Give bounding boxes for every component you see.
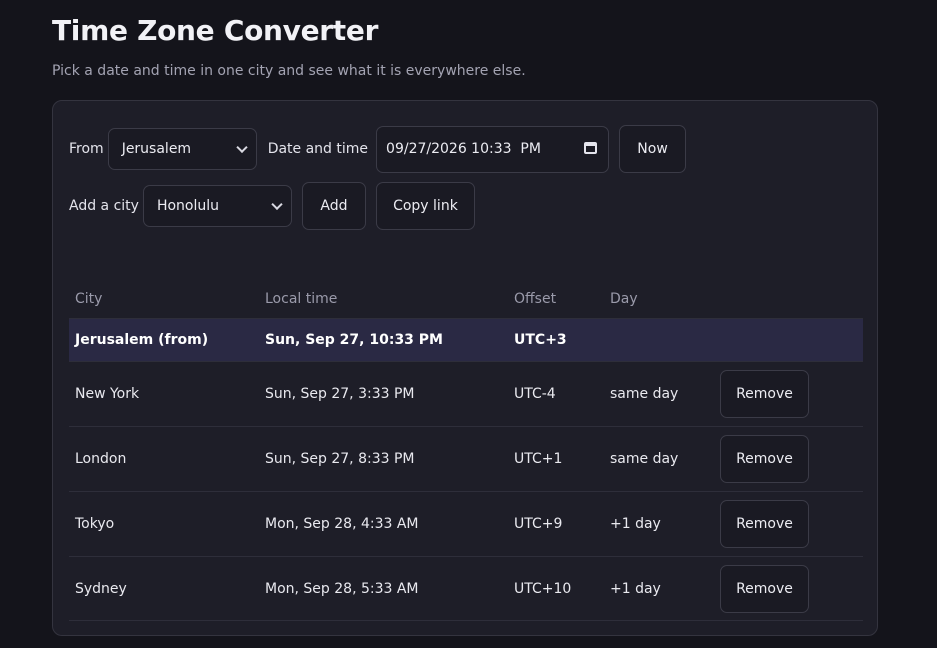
table-row: Sydney Mon, Sep 28, 5:33 AM UTC+10 +1 da…	[69, 557, 863, 621]
row-offset: UTC+3	[514, 332, 567, 348]
table-row: New York Sun, Sep 27, 3:33 PM UTC-4 same…	[69, 362, 863, 427]
row-day: +1 day	[610, 516, 661, 532]
row-local-time: Mon, Sep 28, 4:33 AM	[265, 516, 419, 532]
from-controls-row: From Jerusalem Date and time 09/27/2026 …	[69, 125, 687, 173]
add-city-value: Honolulu	[156, 198, 220, 214]
column-header-offset: Offset	[514, 290, 557, 307]
converter-card: From Jerusalem Date and time 09/27/2026 …	[52, 100, 878, 636]
from-city-row: Jerusalem (from) Sun, Sep 27, 10:33 PM U…	[69, 319, 863, 362]
row-city: Sydney	[75, 580, 127, 597]
row-local-time: Sun, Sep 27, 3:33 PM	[265, 386, 415, 402]
remove-button[interactable]: Remove	[720, 564, 809, 613]
row-city: Jerusalem (from)	[75, 332, 209, 348]
table-row: London Sun, Sep 27, 8:33 PM UTC+1 same d…	[69, 427, 863, 492]
remove-button[interactable]: Remove	[720, 500, 809, 548]
datetime-value: 09/27/2026 10:33 PM	[386, 141, 541, 157]
row-offset: UTC-4	[514, 386, 556, 402]
row-local-time: Sun, Sep 27, 10:33 PM	[265, 332, 443, 348]
add-city-label: Add a city	[69, 198, 139, 214]
row-offset: UTC+9	[514, 516, 563, 532]
from-label: From	[69, 141, 104, 157]
results-table: City Local time Offset Day Jerusalem (fr…	[69, 279, 863, 621]
row-day: +1 day	[610, 580, 661, 597]
from-city-value: Jerusalem	[121, 141, 192, 157]
calendar-icon[interactable]	[584, 141, 598, 154]
row-day: same day	[610, 386, 679, 402]
row-local-time: Sun, Sep 27, 8:33 PM	[265, 451, 415, 467]
row-offset: UTC+1	[514, 451, 563, 467]
copy-link-button[interactable]: Copy link	[375, 182, 475, 230]
row-city: Tokyo	[75, 516, 115, 532]
column-header-day: Day	[610, 290, 638, 307]
now-button[interactable]: Now	[619, 125, 687, 173]
page-subtitle: Pick a date and time in one city and see…	[52, 63, 526, 79]
row-offset: UTC+10	[514, 580, 572, 597]
chevron-down-icon	[236, 141, 248, 154]
add-city-controls-row: Add a city Honolulu Add Copy link	[69, 182, 475, 230]
datetime-input[interactable]: 09/27/2026 10:33 PM	[376, 125, 610, 173]
row-day: same day	[610, 451, 679, 467]
column-header-city: City	[75, 290, 103, 307]
add-city-select[interactable]: Honolulu	[142, 185, 292, 227]
row-city: New York	[75, 386, 140, 402]
chevron-down-icon	[271, 198, 283, 211]
table-header: City Local time Offset Day	[69, 279, 863, 319]
remove-button[interactable]: Remove	[720, 370, 809, 418]
add-button[interactable]: Add	[301, 182, 366, 230]
from-city-select[interactable]: Jerusalem	[107, 128, 257, 170]
datetime-label: Date and time	[267, 141, 369, 157]
page-title: Time Zone Converter	[52, 14, 379, 47]
table-row: Tokyo Mon, Sep 28, 4:33 AM UTC+9 +1 day …	[69, 492, 863, 557]
column-header-local-time: Local time	[265, 290, 338, 307]
row-city: London	[75, 451, 127, 467]
remove-button[interactable]: Remove	[720, 435, 809, 483]
row-local-time: Mon, Sep 28, 5:33 AM	[265, 580, 419, 597]
